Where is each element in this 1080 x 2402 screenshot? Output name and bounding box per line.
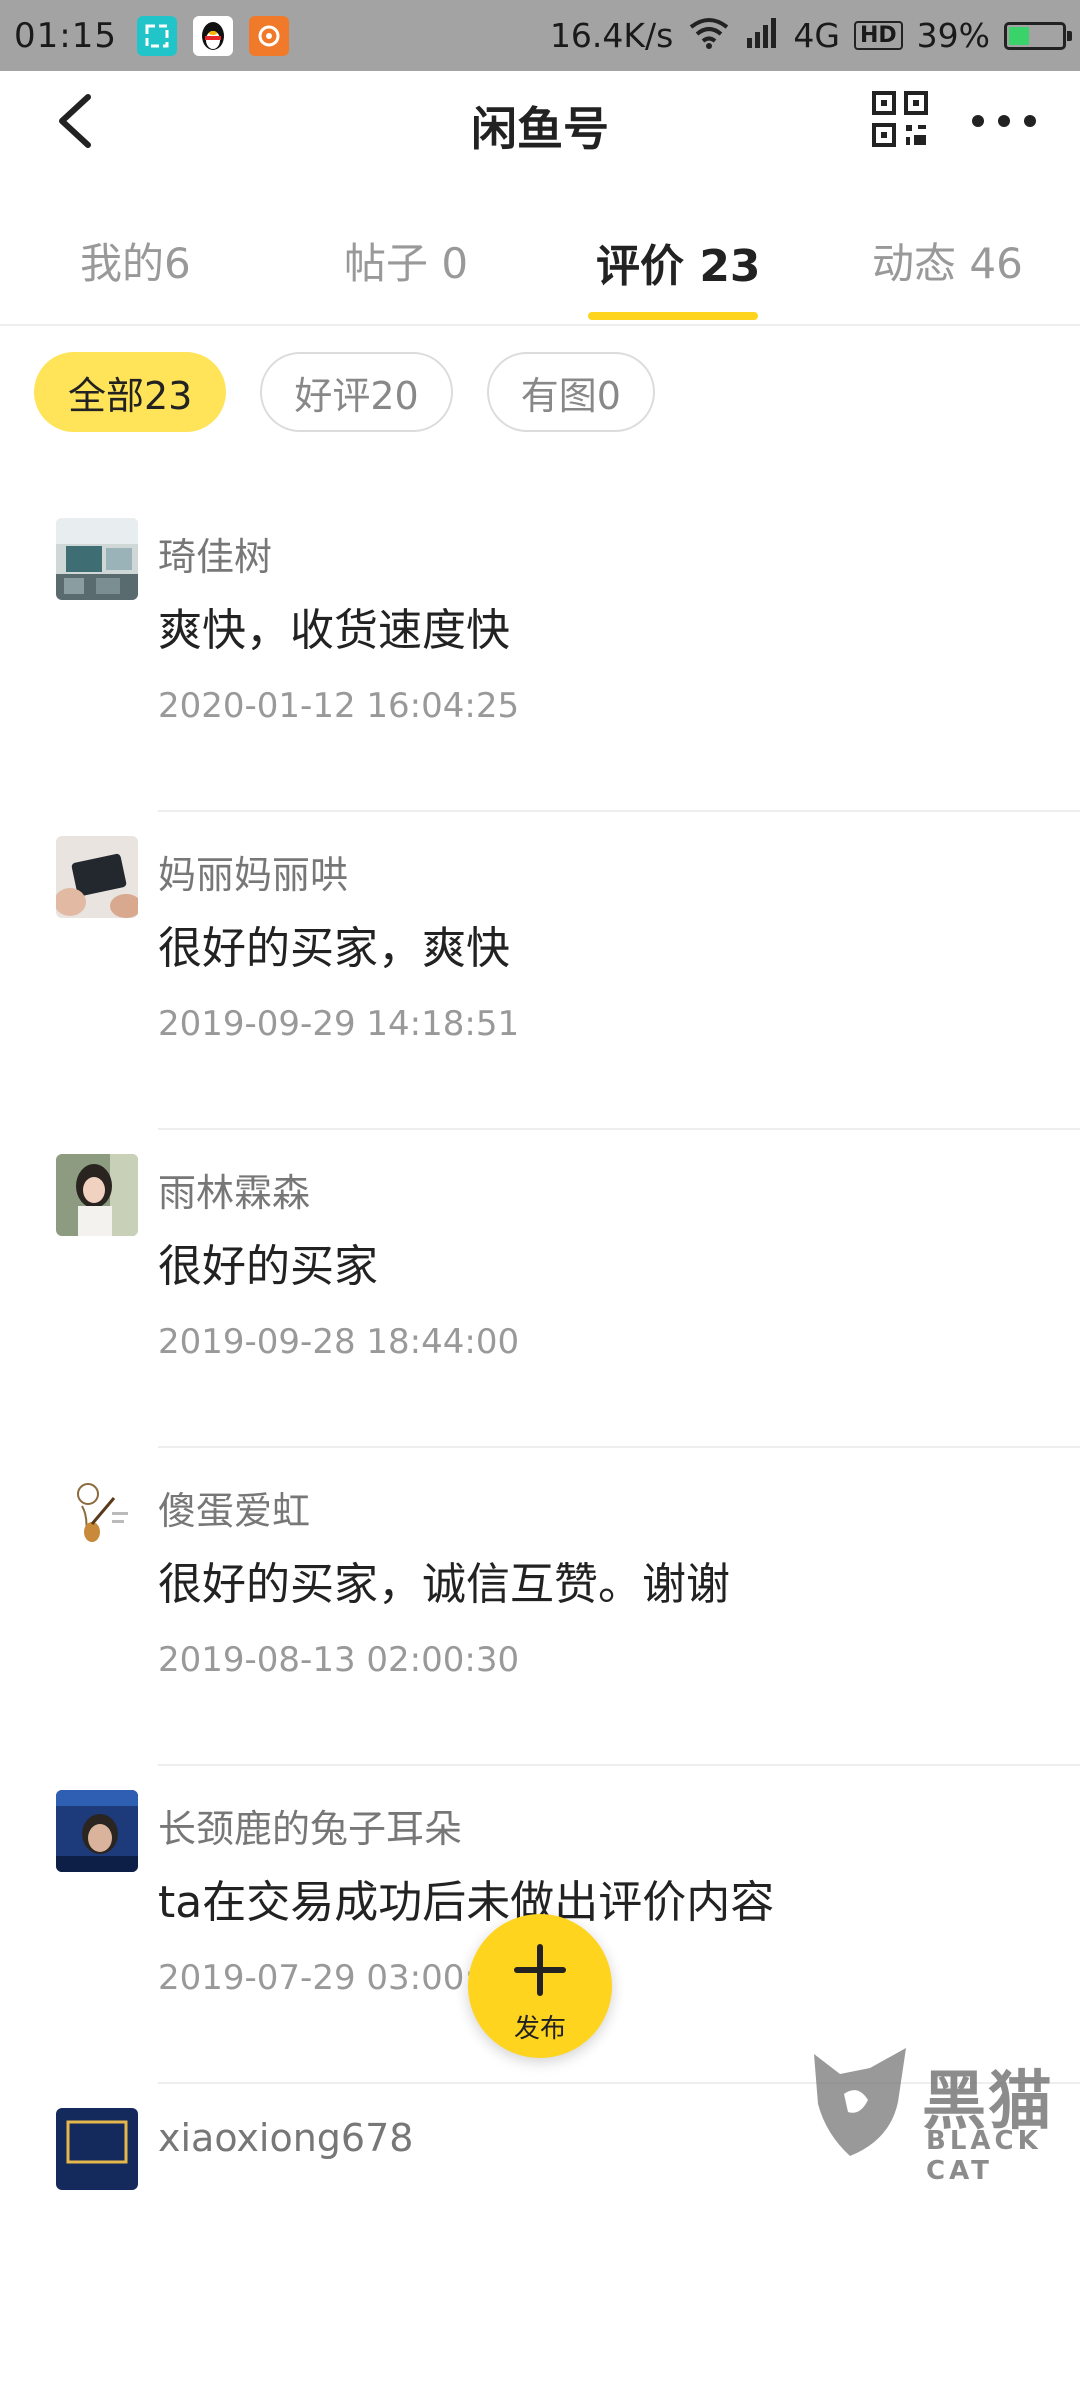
tab-reviews[interactable]: 评价 23: [596, 230, 761, 294]
reviewer-name: 妈丽妈丽哄: [158, 853, 349, 897]
publish-button[interactable]: 发布: [468, 1914, 612, 2058]
black-cat-logo-icon: [814, 2048, 906, 2156]
more-dot-icon: [972, 115, 984, 127]
scanner-app-icon: [136, 15, 177, 56]
mail-app-icon: [248, 15, 289, 56]
signal-icon: [745, 16, 779, 56]
tab-mine[interactable]: 我的6: [80, 230, 191, 291]
review-text: 很好的买家: [158, 1241, 378, 1292]
plus-icon: [514, 1967, 566, 1973]
review-text: ta在交易成功后未做出评价内容: [158, 1877, 775, 1928]
reviewer-name: 傻蛋爱虹: [158, 1489, 311, 1533]
more-dot-icon: [1024, 115, 1036, 127]
review-text: 很好的买家，爽快: [158, 923, 510, 974]
avatar[interactable]: [56, 2108, 138, 2190]
reviewer-name: 雨林霖森: [158, 1171, 311, 1215]
reviewer-name: 长颈鹿的兔子耳朵: [158, 1807, 463, 1851]
qq-app-icon: [192, 15, 233, 56]
filter-positive[interactable]: 好评20: [260, 352, 453, 432]
tab-activity[interactable]: 动态 46: [872, 230, 1023, 291]
filter-chips: 全部23 好评20 有图0: [34, 352, 655, 436]
qr-code-button[interactable]: [872, 91, 928, 147]
review-time: 2019-07-29 03:00:0: [158, 1958, 498, 1998]
wifi-icon: [687, 15, 731, 57]
more-options-button[interactable]: [972, 101, 1036, 141]
tab-posts[interactable]: 帖子 0: [344, 230, 468, 291]
network-type: 4G: [793, 16, 840, 55]
publish-label: 发布: [513, 2014, 566, 2044]
filter-all[interactable]: 全部23: [34, 352, 227, 432]
status-bar: 01:15 16.4K/s 4G HD 39%: [0, 0, 1080, 71]
battery-level: [1009, 26, 1029, 45]
tab-bar: 我的6 帖子 0 评价 23 动态 46: [0, 200, 1080, 326]
active-tab-indicator: [588, 312, 758, 320]
review-time: 2019-08-13 02:00:30: [158, 1640, 520, 1680]
reviewer-name: xiaoxiong678: [158, 2116, 414, 2160]
review-text: 很好的买家，诚信互赞。谢谢: [158, 1559, 730, 1610]
review-item[interactable]: 雨林霖森 很好的买家 2019-09-28 18:44:00: [0, 1130, 1080, 1448]
review-text: 爽快，收货速度快: [158, 605, 510, 656]
reviewer-name: 琦佳树: [158, 535, 273, 579]
review-item[interactable]: 琦佳树 爽快，收货速度快 2020-01-12 16:04:25: [0, 494, 1080, 812]
review-time: 2019-09-28 18:44:00: [158, 1322, 520, 1362]
watermark: 黑猫 BLACK CAT: [810, 2044, 1080, 2186]
avatar[interactable]: [56, 518, 138, 600]
avatar[interactable]: [56, 1472, 138, 1554]
review-item[interactable]: 妈丽妈丽哄 很好的买家，爽快 2019-09-29 14:18:51: [0, 812, 1080, 1130]
avatar[interactable]: [56, 1154, 138, 1236]
nav-bar: 闲鱼号: [0, 71, 1080, 169]
avatar[interactable]: [56, 1790, 138, 1872]
qr-code-icon: [872, 91, 928, 147]
avatar[interactable]: [56, 836, 138, 918]
review-item[interactable]: 傻蛋爱虹 很好的买家，诚信互赞。谢谢 2019-08-13 02:00:30: [0, 1448, 1080, 1766]
hd-badge: HD: [853, 21, 903, 50]
watermark-subtext: BLACK CAT: [926, 2126, 1042, 2186]
network-speed: 16.4K/s: [549, 16, 674, 55]
battery-icon: [1004, 21, 1072, 50]
review-time: 2020-01-12 16:04:25: [158, 686, 520, 726]
filter-with-images[interactable]: 有图0: [486, 352, 655, 432]
more-dot-icon: [998, 115, 1010, 127]
status-time: 01:15: [14, 15, 117, 56]
battery-percent: 39%: [916, 16, 990, 55]
review-time: 2019-09-29 14:18:51: [158, 1004, 520, 1044]
